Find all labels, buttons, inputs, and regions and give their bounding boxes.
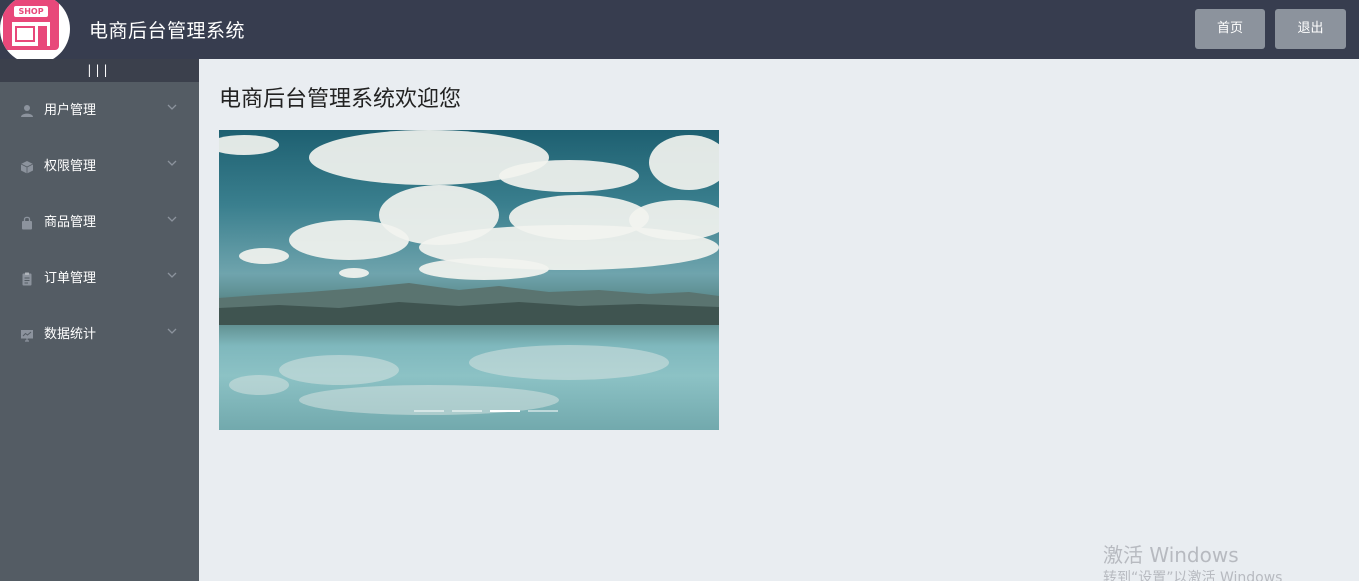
bag-icon xyxy=(22,216,32,230)
chart-icon xyxy=(21,330,33,342)
logout-button[interactable]: 退出 xyxy=(1275,9,1346,49)
user-icon xyxy=(21,105,33,117)
sidebar: ||| 用户管理 权限管理 商品管理 订单管理 数据统计 xyxy=(0,59,199,581)
mountain-range xyxy=(219,283,719,325)
chevron-down-icon xyxy=(167,216,177,222)
home-button[interactable]: 首页 xyxy=(1195,9,1265,49)
chevron-down-icon xyxy=(167,328,177,334)
sidebar-toggle-button[interactable]: ||| xyxy=(0,59,199,82)
chevron-down-icon xyxy=(167,104,177,110)
box-icon xyxy=(20,161,34,174)
welcome-heading: 电商后台管理系统欢迎您 xyxy=(219,87,462,112)
activate-windows-watermark: 激活 Windows xyxy=(1103,543,1239,567)
chevron-down-icon xyxy=(167,160,177,166)
app-title: 电商后台管理系统 xyxy=(89,20,246,42)
document-icon xyxy=(22,272,32,286)
storefront-door xyxy=(38,26,47,46)
main-content: 电商后台管理系统欢迎您 xyxy=(199,59,1359,581)
sidebar-item-statistics[interactable]: 数据统计 xyxy=(0,306,199,362)
sidebar-item-label: 订单管理 xyxy=(44,271,97,286)
activate-windows-subtext: 转到“设置”以激活 Windows xyxy=(1103,570,1283,581)
carousel-indicator[interactable] xyxy=(528,410,558,412)
sidebar-item-label: 用户管理 xyxy=(44,103,97,118)
carousel-indicator[interactable] xyxy=(452,410,482,412)
sidebar-item-orders[interactable]: 订单管理 xyxy=(0,250,199,306)
carousel-indicator[interactable] xyxy=(414,410,444,412)
chevron-down-icon xyxy=(167,272,177,278)
sidebar-item-users[interactable]: 用户管理 xyxy=(0,82,199,138)
shop-logo: SHOP xyxy=(0,0,70,64)
carousel-indicator-active[interactable] xyxy=(490,410,520,412)
top-header: SHOP 电商后台管理系统 首页 退出 xyxy=(0,0,1359,64)
storefront-window xyxy=(15,26,35,42)
sidebar-item-label: 商品管理 xyxy=(44,215,97,230)
logo-sign: SHOP xyxy=(14,6,48,17)
storefront xyxy=(12,22,50,46)
sidebar-item-products[interactable]: 商品管理 xyxy=(0,194,199,250)
sidebar-item-label: 权限管理 xyxy=(44,159,97,174)
image-carousel[interactable] xyxy=(219,130,719,430)
shop-icon: SHOP xyxy=(3,0,59,50)
sidebar-item-permissions[interactable]: 权限管理 xyxy=(0,138,199,194)
sidebar-item-label: 数据统计 xyxy=(44,327,97,342)
